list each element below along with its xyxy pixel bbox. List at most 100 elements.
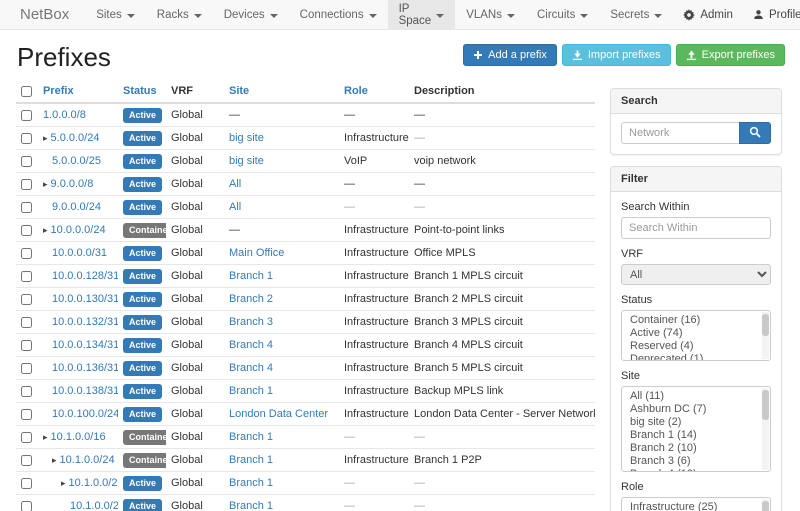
- search-input[interactable]: [621, 122, 739, 144]
- expand-arrow-icon[interactable]: ▸: [43, 432, 48, 442]
- prefix-link[interactable]: 9.0.0.0/8: [51, 178, 94, 190]
- prefix-link[interactable]: 10.0.0.132/31: [52, 316, 118, 328]
- prefix-link[interactable]: 10.0.0.136/31: [52, 362, 118, 374]
- row-checkbox[interactable]: [21, 478, 32, 489]
- row-checkbox[interactable]: [21, 133, 32, 144]
- status-badge[interactable]: Active: [123, 407, 162, 422]
- prefix-link[interactable]: 10.0.0.130/31: [52, 293, 118, 305]
- nav-admin-link[interactable]: Admin: [673, 9, 743, 21]
- nav-item-racks[interactable]: Racks: [146, 0, 213, 29]
- expand-arrow-icon[interactable]: ▸: [43, 133, 48, 143]
- listbox-option[interactable]: Branch 1 (14): [622, 429, 770, 442]
- brand-logo[interactable]: NetBox: [0, 0, 85, 29]
- site-link[interactable]: Branch 3: [229, 316, 273, 328]
- filter-select-vrf[interactable]: All: [621, 264, 771, 285]
- row-checkbox[interactable]: [21, 179, 32, 190]
- nav-item-ip-space[interactable]: IP Space: [388, 0, 456, 29]
- column-header-site[interactable]: Site: [224, 80, 339, 103]
- nav-item-sites[interactable]: Sites: [85, 0, 146, 29]
- listbox-option[interactable]: Branch 3 (6): [622, 455, 770, 468]
- prefix-link[interactable]: 10.1.0.0/24: [60, 454, 115, 466]
- prefix-link[interactable]: 10.1.0.0/16: [51, 431, 106, 443]
- prefix-link[interactable]: 10.0.0.134/31: [52, 339, 118, 351]
- nav-item-devices[interactable]: Devices: [213, 0, 289, 29]
- prefix-link[interactable]: 10.0.0.0/31: [52, 247, 107, 259]
- status-badge[interactable]: Active: [123, 246, 162, 261]
- status-badge[interactable]: Active: [123, 269, 162, 284]
- listbox-option[interactable]: Infrastructure (25): [622, 501, 770, 511]
- prefix-link[interactable]: 10.1.0.0/26: [70, 500, 118, 511]
- prefix-link[interactable]: 9.0.0.0/24: [52, 201, 101, 213]
- status-badge[interactable]: Active: [123, 315, 162, 330]
- column-header-role[interactable]: Role: [339, 80, 409, 103]
- expand-arrow-icon[interactable]: ▸: [43, 225, 48, 235]
- row-checkbox[interactable]: [21, 409, 32, 420]
- row-checkbox[interactable]: [21, 225, 32, 236]
- add-a-prefix-button[interactable]: Add a prefix: [463, 44, 557, 66]
- status-badge[interactable]: Container: [123, 430, 166, 445]
- status-badge[interactable]: Active: [123, 177, 162, 192]
- status-badge[interactable]: Active: [123, 384, 162, 399]
- listbox-option[interactable]: big site (2): [622, 416, 770, 429]
- nav-item-circuits[interactable]: Circuits: [526, 0, 599, 29]
- prefix-link[interactable]: 10.0.0.0/24: [51, 224, 106, 236]
- prefix-link[interactable]: 10.0.100.0/24: [52, 408, 118, 420]
- site-link[interactable]: Branch 4: [229, 362, 273, 374]
- prefix-link[interactable]: 10.1.0.0/25: [69, 477, 118, 489]
- column-header-status[interactable]: Status: [118, 80, 166, 103]
- prefix-link[interactable]: 10.0.0.128/31: [52, 270, 118, 282]
- listbox-option[interactable]: Deprecated (1): [622, 353, 770, 361]
- listbox-option[interactable]: Branch 4 (12): [622, 468, 770, 472]
- listbox-scrollbar[interactable]: [762, 312, 769, 359]
- prefix-link[interactable]: 5.0.0.0/24: [51, 132, 100, 144]
- site-link[interactable]: big site: [229, 155, 264, 167]
- row-checkbox[interactable]: [21, 202, 32, 213]
- nav-item-vlans[interactable]: VLANs: [455, 0, 526, 29]
- site-link[interactable]: Main Office: [229, 247, 284, 259]
- row-checkbox[interactable]: [21, 363, 32, 374]
- listbox-scrollbar[interactable]: [762, 499, 769, 511]
- listbox-option[interactable]: Ashburn DC (7): [622, 403, 770, 416]
- row-checkbox[interactable]: [21, 340, 32, 351]
- status-badge[interactable]: Container: [123, 223, 166, 238]
- row-checkbox[interactable]: [21, 156, 32, 167]
- status-badge[interactable]: Container: [123, 453, 166, 468]
- row-checkbox[interactable]: [21, 386, 32, 397]
- site-link[interactable]: All: [229, 201, 241, 213]
- row-checkbox[interactable]: [21, 248, 32, 259]
- site-link[interactable]: Branch 1: [229, 270, 273, 282]
- nav-item-connections[interactable]: Connections: [289, 0, 388, 29]
- expand-arrow-icon[interactable]: ▸: [43, 179, 48, 189]
- row-checkbox[interactable]: [21, 271, 32, 282]
- row-checkbox[interactable]: [21, 317, 32, 328]
- prefix-link[interactable]: 1.0.0.0/8: [43, 109, 86, 121]
- site-link[interactable]: London Data Center: [229, 408, 328, 420]
- row-checkbox[interactable]: [21, 294, 32, 305]
- prefix-link[interactable]: 10.0.0.138/31: [52, 385, 118, 397]
- listbox-option[interactable]: Active (74): [622, 327, 770, 340]
- listbox-scrollbar[interactable]: [762, 388, 769, 470]
- search-button[interactable]: [739, 122, 771, 144]
- status-badge[interactable]: Active: [123, 131, 162, 146]
- row-checkbox[interactable]: [21, 501, 32, 511]
- expand-arrow-icon[interactable]: ▸: [61, 478, 66, 488]
- site-link[interactable]: Branch 2: [229, 293, 273, 305]
- status-badge[interactable]: Active: [123, 476, 162, 491]
- site-link[interactable]: big site: [229, 132, 264, 144]
- status-badge[interactable]: Active: [123, 338, 162, 353]
- row-checkbox[interactable]: [21, 432, 32, 443]
- expand-arrow-icon[interactable]: ▸: [52, 455, 57, 465]
- filter-input-search-within[interactable]: [621, 217, 771, 239]
- listbox-option[interactable]: Branch 2 (10): [622, 442, 770, 455]
- scrollbar-thumb[interactable]: [762, 314, 769, 336]
- row-checkbox[interactable]: [21, 110, 32, 121]
- status-badge[interactable]: Active: [123, 108, 162, 123]
- import-prefixes-button[interactable]: Import prefixes: [562, 44, 671, 66]
- select-all-checkbox[interactable]: [21, 86, 32, 97]
- export-prefixes-button[interactable]: Export prefixes: [676, 44, 785, 66]
- column-header-prefix[interactable]: Prefix: [38, 80, 118, 103]
- scrollbar-thumb[interactable]: [762, 501, 769, 511]
- prefix-link[interactable]: 5.0.0.0/25: [52, 155, 101, 167]
- listbox-option[interactable]: All (11): [622, 390, 770, 403]
- status-badge[interactable]: Active: [123, 154, 162, 169]
